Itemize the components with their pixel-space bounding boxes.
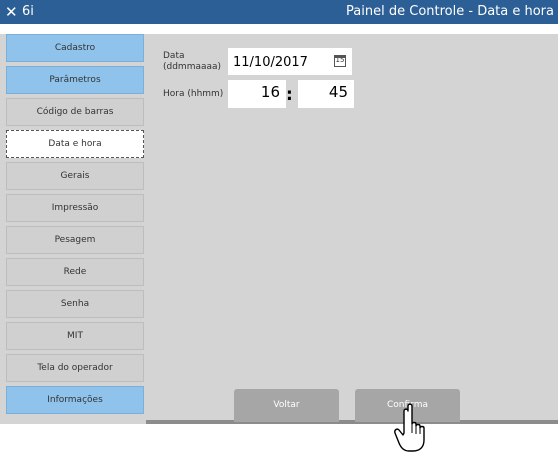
close-icon[interactable]: ✕ — [5, 2, 18, 22]
settings-panel: Data (ddmmaaaa) 11/10/2017 15 Hora (hhmm… — [146, 34, 558, 420]
sidebar-item-pesagem[interactable]: Pesagem — [6, 226, 144, 254]
sidebar-item-cadastro[interactable]: Cadastro — [6, 34, 144, 62]
sidebar-item-rede[interactable]: Rede — [6, 258, 144, 286]
sidebar-item-impressao[interactable]: Impressão — [6, 194, 144, 222]
back-button[interactable]: Voltar — [234, 389, 339, 422]
sidebar-item-senha[interactable]: Senha — [6, 290, 144, 318]
sidebar-item-informacoes[interactable]: Informações — [6, 386, 144, 414]
calendar-icon[interactable]: 15 — [334, 55, 346, 67]
hand-pointer-icon — [394, 403, 425, 452]
time-label: Hora (hhmm) — [163, 89, 224, 99]
minute-value: 45 — [328, 83, 348, 101]
date-field[interactable]: 11/10/2017 15 — [228, 48, 352, 75]
sidebar-item-tela-do-operador[interactable]: Tela do operador — [6, 354, 144, 382]
date-label: Data (ddmmaaaa) — [163, 51, 222, 72]
sidebar-item-codigo-de-barras[interactable]: Código de barras — [6, 98, 144, 126]
title-bar: ✕ 6i Painel de Controle - Data e hora — [0, 0, 558, 24]
sidebar-item-mit[interactable]: MIT — [6, 322, 144, 350]
minute-field[interactable]: 45 — [298, 80, 354, 108]
sidebar: Cadastro Parâmetros Código de barras Dat… — [0, 34, 150, 424]
date-value: 11/10/2017 — [233, 55, 308, 70]
time-separator: : — [286, 85, 293, 105]
sidebar-item-data-e-hora[interactable]: Data e hora — [6, 130, 144, 158]
sidebar-item-gerais[interactable]: Gerais — [6, 162, 144, 190]
hour-field[interactable]: 16 — [228, 80, 286, 108]
window-title: Painel de Controle - Data e hora — [346, 4, 554, 19]
footer-divider — [146, 420, 558, 424]
sidebar-item-parametros[interactable]: Parâmetros — [6, 66, 144, 94]
hour-value: 16 — [260, 83, 280, 101]
app-name: 6i — [22, 4, 34, 19]
